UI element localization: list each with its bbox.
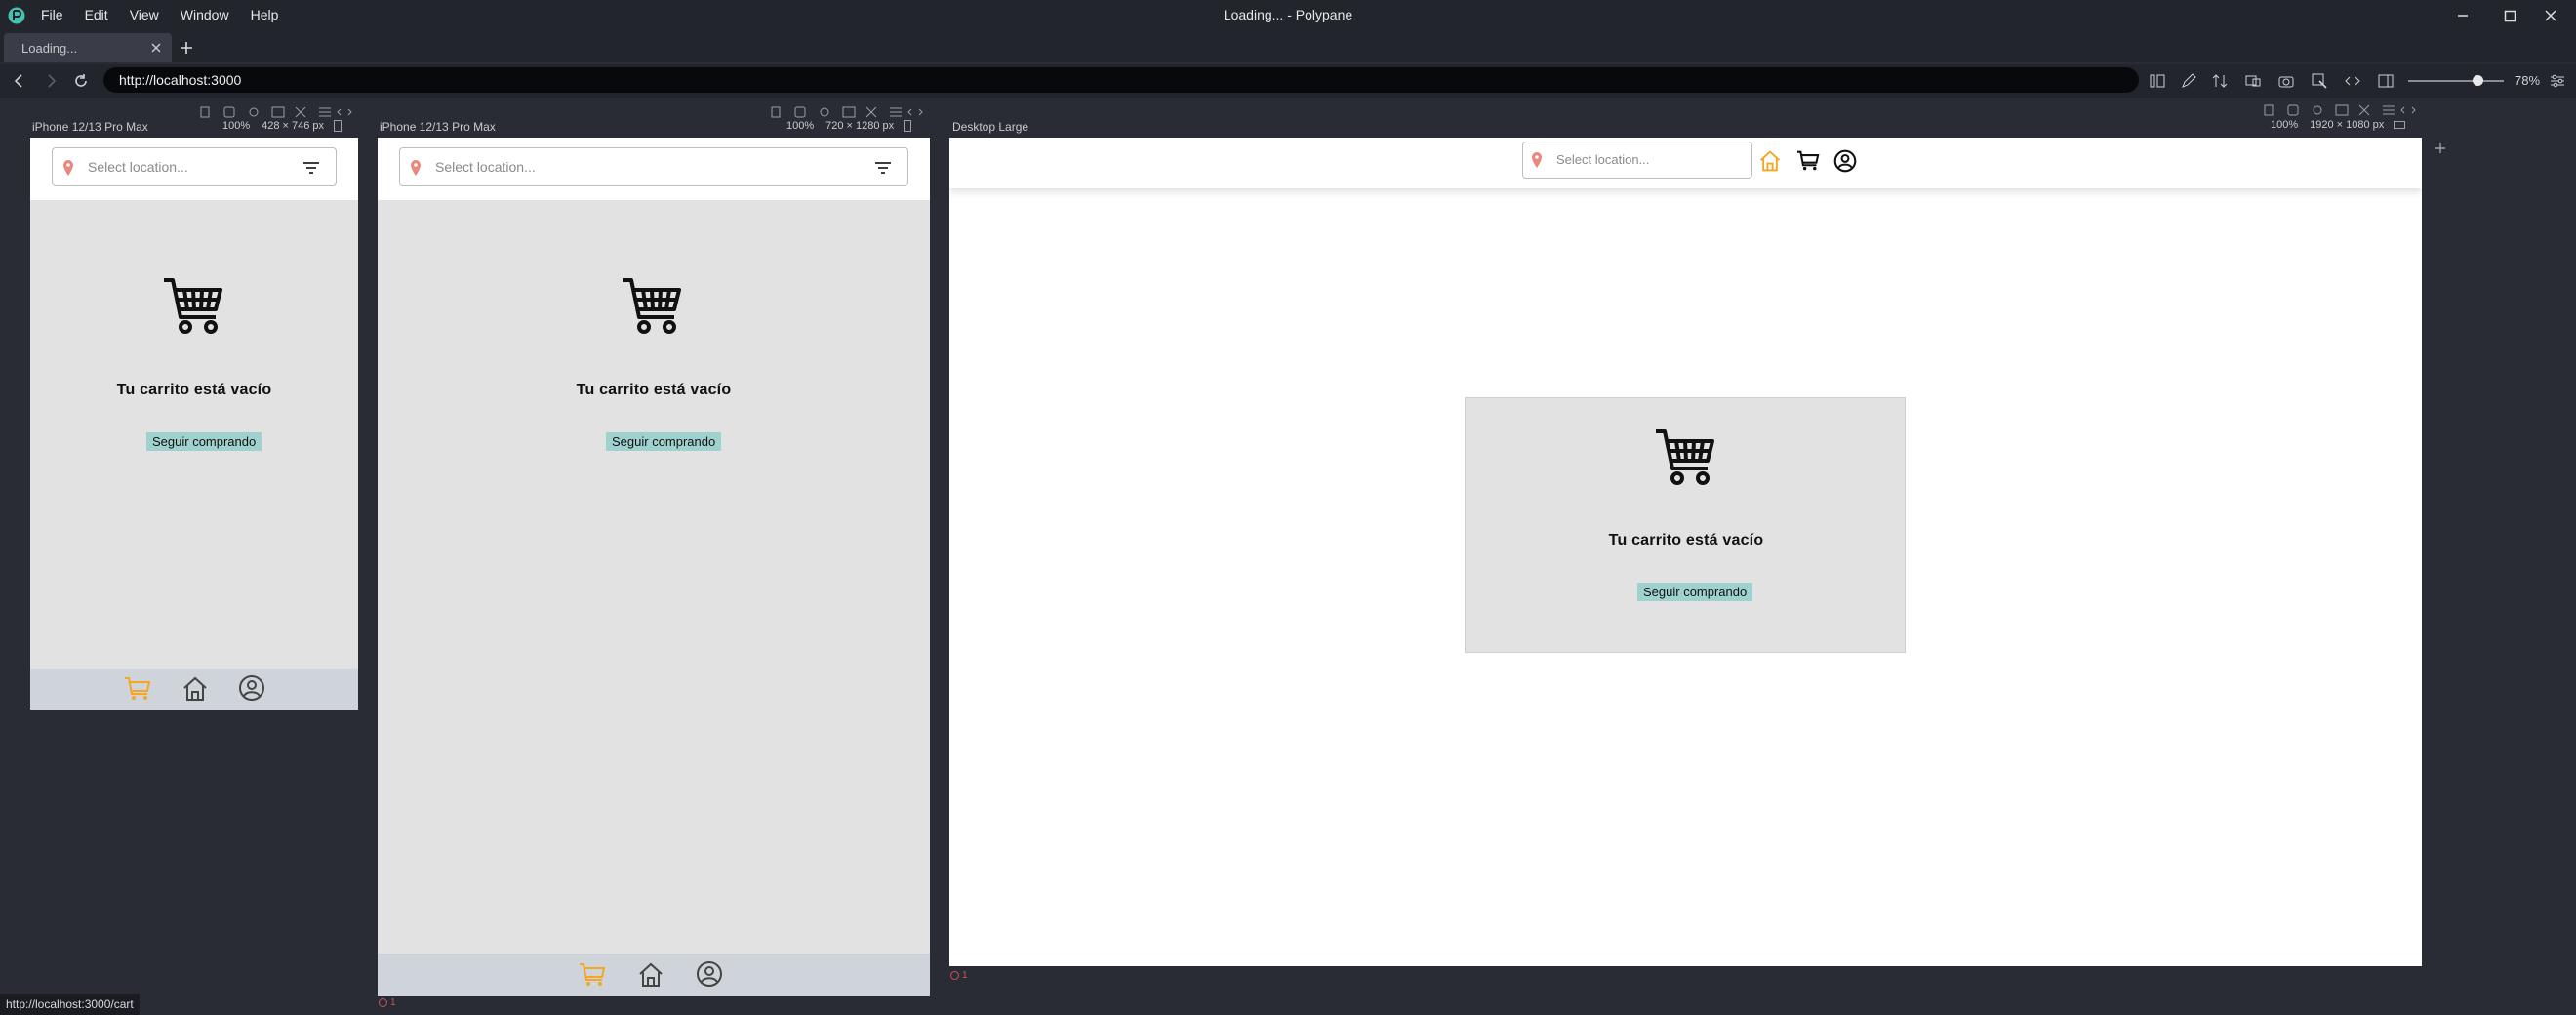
settings-sliders-icon[interactable]: [2549, 72, 2566, 90]
location-pin-icon: [410, 160, 422, 176]
tab-bar: Loading...: [0, 31, 2576, 62]
camera-icon[interactable]: [2277, 72, 2295, 90]
pane1-bottom-nav: [30, 669, 358, 710]
code-icon[interactable]: [2344, 72, 2361, 90]
nav-home-icon[interactable]: [637, 961, 664, 989]
pane2-meta: 100% 720 × 1280 px: [786, 120, 912, 132]
pane2-viewport: Select location... Tu carrito está vacío…: [378, 138, 930, 996]
pane3-zoom: 100%: [2271, 119, 2299, 131]
close-icon[interactable]: [2539, 4, 2562, 27]
empty-cart-title: Tu carrito está vacío: [576, 382, 732, 398]
nav-cart-icon[interactable]: [1796, 150, 1820, 172]
nav-home-icon[interactable]: [181, 675, 209, 703]
pane1-size: 428 × 746: [262, 120, 310, 132]
search-placeholder: Select location...: [1556, 152, 1650, 167]
nav-account-icon[interactable]: [238, 674, 265, 702]
pen-icon[interactable]: [2180, 72, 2197, 90]
pane3-error-badge[interactable]: 1: [950, 970, 968, 981]
location-pin-icon: [1531, 152, 1543, 168]
pane1-rotate-icon[interactable]: [334, 120, 342, 132]
continue-shopping-button[interactable]: Seguir comprando: [146, 432, 262, 451]
reload-icon[interactable]: [72, 72, 90, 90]
status-url: http://localhost:3000/cart: [0, 994, 140, 1015]
zoom-slider-thumb[interactable]: [2473, 75, 2483, 86]
nav-cart-icon[interactable]: [579, 962, 606, 988]
pane2-size: 720 × 1280: [825, 120, 880, 132]
minimize-icon[interactable]: [2451, 4, 2475, 27]
forward-icon[interactable]: [43, 72, 60, 90]
pane2-error-count: 1: [390, 997, 396, 1008]
browser-tab[interactable]: Loading...: [4, 33, 172, 62]
empty-cart-icon: [1654, 427, 1718, 488]
pane1-viewport: Select location... Tu carrito está vacío…: [30, 138, 358, 710]
pane3-size: 1920 × 1080: [2310, 119, 2370, 131]
pane3-viewport: Select location... Tu carrito está vacío…: [949, 138, 2422, 966]
nav-account-icon[interactable]: [1833, 149, 1857, 173]
url-input[interactable]: http://localhost:3000: [103, 67, 2139, 93]
filter-icon[interactable]: [874, 161, 892, 175]
pane2-bottom-nav: [378, 954, 930, 996]
nav-home-icon[interactable]: [1758, 149, 1782, 173]
sidebar-icon[interactable]: [2377, 72, 2395, 90]
search-placeholder: Select location...: [88, 159, 188, 175]
screens-icon[interactable]: [2244, 72, 2262, 90]
pane1-tools: [200, 105, 356, 119]
title-bar: File Edit View Window Help Loading... - …: [0, 0, 2576, 31]
pane2-search-input[interactable]: Select location...: [399, 147, 908, 186]
pane3-search-input[interactable]: Select location...: [1522, 142, 1752, 179]
empty-cart-card: Tu carrito está vacío Seguir comprando: [1465, 397, 1906, 653]
pane3-tools: [2264, 103, 2420, 117]
layout-icon[interactable]: [2149, 72, 2166, 90]
pane2-zoom: 100%: [786, 120, 815, 132]
add-pane-icon[interactable]: [2434, 142, 2447, 155]
search-placeholder: Select location...: [435, 159, 536, 175]
pane1-search-input[interactable]: Select location...: [52, 147, 337, 186]
pane3-device-name: Desktop Large: [952, 120, 1029, 134]
empty-cart-icon: [162, 276, 226, 337]
continue-shopping-button[interactable]: Seguir comprando: [606, 432, 722, 451]
address-toolbar: http://localhost:3000 78%: [0, 64, 2576, 98]
nav-account-icon[interactable]: [696, 960, 723, 988]
tab-close-icon[interactable]: [150, 42, 162, 54]
continue-shopping-button[interactable]: Seguir comprando: [1637, 583, 1753, 601]
pane3-unit: px: [2372, 119, 2385, 131]
pane1-unit: px: [312, 120, 325, 132]
window-title: Loading... - Polypane: [1223, 7, 1353, 22]
nav-cart-icon[interactable]: [124, 676, 151, 702]
pane1-zoom: 100%: [222, 120, 251, 132]
pane3-meta: 100% 1920 × 1080 px: [2271, 119, 2406, 131]
pane2-device-name: iPhone 12/13 Pro Max: [380, 120, 496, 134]
new-tab-icon[interactable]: [180, 41, 193, 55]
zoom-level: 78%: [2515, 73, 2541, 88]
pane1-device-name: iPhone 12/13 Pro Max: [32, 120, 148, 134]
back-icon[interactable]: [10, 72, 27, 90]
inspect-icon[interactable]: [2311, 72, 2328, 90]
maximize-icon[interactable]: [2498, 4, 2521, 27]
empty-cart-title: Tu carrito está vacío: [1608, 532, 1764, 548]
zoom-slider[interactable]: [2408, 80, 2504, 82]
sync-icon[interactable]: [2211, 72, 2229, 90]
pane3-header: Select location...: [949, 138, 2422, 188]
pane2-tools: [771, 105, 927, 119]
empty-cart-title: Tu carrito está vacío: [116, 382, 272, 398]
pane3-rotate-icon[interactable]: [2394, 121, 2406, 129]
pane2-rotate-icon[interactable]: [904, 120, 912, 132]
url-text: http://localhost:3000: [119, 72, 242, 88]
pane3-error-count: 1: [962, 970, 968, 981]
empty-cart-icon: [621, 276, 685, 337]
tab-title: Loading...: [21, 41, 78, 56]
pane2-unit: px: [882, 120, 895, 132]
location-pin-icon: [62, 160, 74, 176]
pane2-error-badge[interactable]: 1: [379, 997, 396, 1008]
pane1-meta: 100% 428 × 746 px: [222, 120, 342, 132]
filter-icon[interactable]: [302, 161, 320, 175]
